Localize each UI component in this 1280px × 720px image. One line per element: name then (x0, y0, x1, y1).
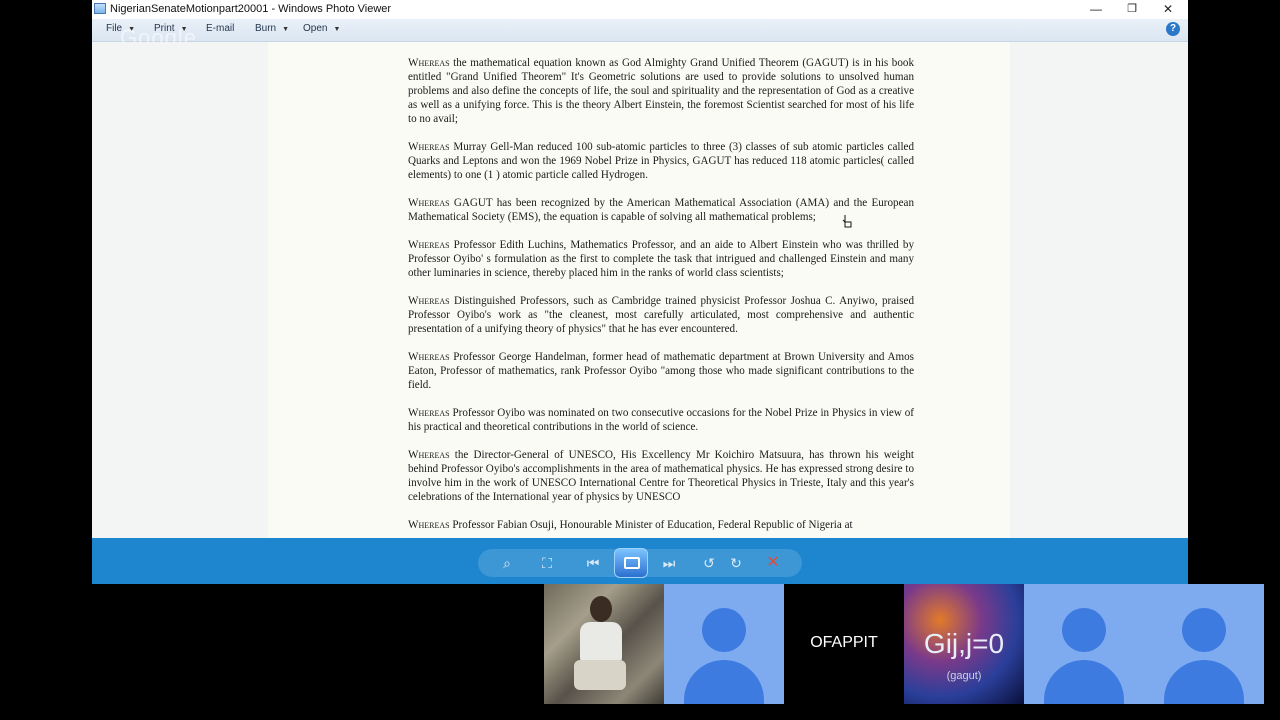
document-paragraph: Whereas GAGUT has been recognized by the… (408, 196, 914, 224)
paragraph-text: the mathematical equation known as God A… (408, 57, 914, 125)
avatar-head-icon (702, 608, 746, 652)
document-paragraph: Whereas Professor George Handelman, form… (408, 350, 914, 392)
restore-button[interactable]: ❐ (1114, 0, 1150, 19)
bottom-toolbar: ⌕ ⛶ ⏮ ⏭ ↺ ↻ ✕ (92, 538, 1188, 584)
document-paragraph: Whereas Professor Fabian Osuji, Honourab… (408, 518, 914, 532)
minimize-button[interactable]: — (1078, 0, 1114, 19)
burn-menu-label: Burn (255, 23, 277, 34)
paragraph-lead: Whereas (408, 295, 450, 307)
photo-viewer-window: NigerianSenateMotionpart20001 - Windows … (92, 0, 1188, 584)
person-legs (574, 660, 626, 690)
document-paragraph: Whereas Distinguished Professors, such a… (408, 294, 914, 336)
rotate-clockwise-icon[interactable]: ↻ (723, 549, 749, 577)
avatar-head-icon (1062, 608, 1106, 652)
participant-video-photo[interactable] (544, 584, 664, 704)
avatar-body-icon (684, 660, 764, 704)
paragraph-text: Professor Edith Luchins, Mathematics Pro… (408, 239, 914, 279)
chevron-down-icon: ▼ (282, 26, 290, 33)
hand-cursor-icon (842, 215, 852, 228)
paragraph-lead: Whereas (408, 407, 450, 419)
paragraph-lead: Whereas (408, 351, 450, 363)
open-menu-label: Open (303, 23, 328, 34)
paragraph-lead: Whereas (408, 449, 450, 461)
paragraph-text: Murray Gell-Man reduced 100 sub-atomic p… (408, 141, 914, 181)
previous-icon[interactable]: ⏮ (580, 549, 606, 577)
burn-menu[interactable]: Burn ▼ (255, 23, 289, 34)
next-icon[interactable]: ⏭ (656, 549, 682, 577)
navigation-controls: ⌕ ⛶ ⏮ ⏭ ↺ ↻ ✕ (478, 548, 802, 578)
avatar-head-icon (1182, 608, 1226, 652)
document-paragraph: Whereas Murray Gell-Man reduced 100 sub-… (408, 140, 914, 182)
paragraph-text: Professor Oyibo was nominated on two con… (408, 407, 914, 433)
avatar-body-icon (1164, 660, 1244, 704)
zoom-icon[interactable]: ⌕ (494, 549, 520, 577)
document-text: Whereas the mathematical equation known … (408, 56, 914, 538)
galaxy-equation: Gij,j=0 (923, 628, 1005, 659)
paragraph-text: Professor George Handelman, former head … (408, 351, 914, 391)
paragraph-text: GAGUT has been recognized by the America… (408, 197, 914, 223)
participant-strip: OFAPPIT Gij,j=0 (gagut) (0, 584, 1280, 720)
avatar-body-icon (1044, 660, 1124, 704)
participant-galaxy-tile[interactable]: Gij,j=0 (gagut) (904, 584, 1024, 704)
delete-icon[interactable]: ✕ (760, 549, 786, 577)
help-icon[interactable]: ? (1166, 22, 1180, 36)
participant-avatar[interactable] (664, 584, 784, 704)
participant-avatar[interactable] (1024, 584, 1144, 704)
document-page: Whereas the mathematical equation known … (268, 42, 1010, 538)
actual-size-icon[interactable]: ⛶ (534, 549, 560, 577)
document-paragraph: Whereas the mathematical equation known … (408, 56, 914, 126)
slideshow-icon (624, 557, 640, 569)
title-bar: NigerianSenateMotionpart20001 - Windows … (92, 0, 1188, 19)
person-head (590, 596, 612, 622)
document-paragraph: Whereas Professor Oyibo was nominated on… (408, 406, 914, 434)
photo-viewer-icon (94, 3, 106, 14)
menu-bar: File ▼ Print ▼ E-mail Burn ▼ Open ▼ ? (92, 19, 1188, 42)
paragraph-text: the Director-General of UNESCO, His Exce… (408, 449, 914, 503)
rotate-counterclockwise-icon[interactable]: ↺ (696, 549, 722, 577)
document-paragraph: Whereas the Director-General of UNESCO, … (408, 448, 914, 504)
paragraph-lead: Whereas (408, 197, 450, 209)
galaxy-caption: (gagut) (946, 670, 982, 682)
document-paragraph: Whereas Professor Edith Luchins, Mathema… (408, 238, 914, 280)
slideshow-button[interactable] (614, 548, 648, 578)
image-view[interactable]: Whereas the mathematical equation known … (92, 42, 1188, 538)
chevron-down-icon: ▼ (333, 26, 341, 33)
close-window-button[interactable]: ✕ (1150, 0, 1186, 19)
paragraph-lead: Whereas (408, 141, 450, 153)
open-menu[interactable]: Open ▼ (303, 23, 340, 34)
window-title: NigerianSenateMotionpart20001 - Windows … (110, 3, 392, 15)
participant-name-tile[interactable]: OFAPPIT (784, 584, 904, 704)
paragraph-lead: Whereas (408, 57, 450, 69)
person-body (580, 622, 622, 662)
paragraph-text: Distinguished Professors, such as Cambri… (408, 295, 914, 335)
paragraph-text: Professor Fabian Osuji, Honourable Minis… (449, 519, 853, 531)
participant-name: OFAPPIT (810, 634, 878, 651)
email-button[interactable]: E-mail (206, 23, 234, 34)
participant-avatar[interactable] (1144, 584, 1264, 704)
paragraph-lead: Whereas (408, 239, 450, 251)
paragraph-lead: Whereas (408, 519, 450, 531)
